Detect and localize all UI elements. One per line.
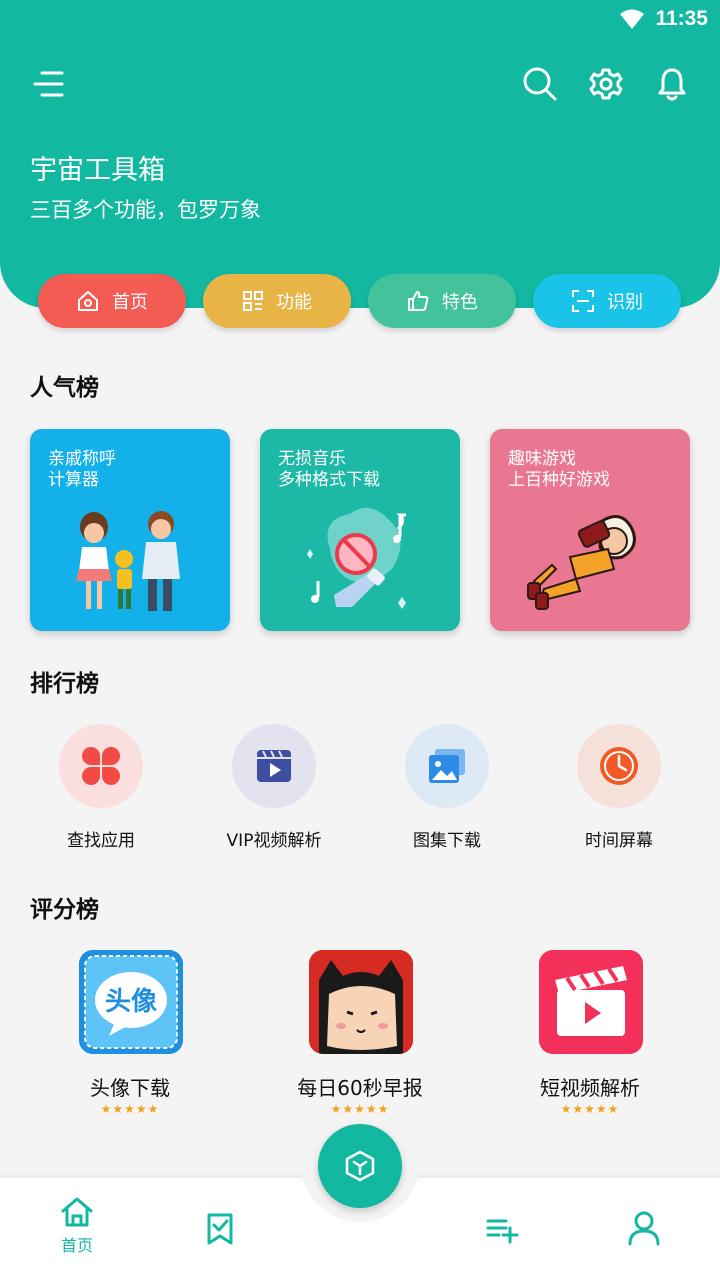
nav-profile[interactable] xyxy=(624,1210,664,1246)
card-line2: 多种格式下载 xyxy=(278,470,380,490)
app-title: 宇宙工具箱 xyxy=(30,155,165,186)
rating-stars: ★★★★★ xyxy=(100,1102,160,1116)
ranking-icon-bg xyxy=(577,724,661,808)
tab-recognize-label: 识别 xyxy=(607,292,643,313)
thumbs-up-icon xyxy=(408,291,429,311)
settings-button[interactable] xyxy=(586,64,626,104)
status-bar: 11:35 xyxy=(619,6,708,32)
rating-stars: ★★★★★ xyxy=(560,1102,620,1116)
rating-item-short-video[interactable]: 短视频解析 ★★★★★ xyxy=(480,950,700,1120)
card-line1: 趣味游戏 xyxy=(508,449,576,469)
wifi-icon xyxy=(620,9,645,29)
home-icon xyxy=(78,291,98,311)
ranking-icon-bg xyxy=(59,724,143,808)
app-icon: 头像 xyxy=(79,950,183,1054)
menu-button[interactable] xyxy=(30,66,66,102)
tab-features-label: 功能 xyxy=(276,292,312,313)
ranking-label: VIP视频解析 xyxy=(226,831,322,851)
popular-card-games[interactable]: 趣味游戏 上百种好游戏 xyxy=(490,429,690,631)
ranking-item-vip-video[interactable]: VIP视频解析 xyxy=(189,724,359,854)
rating-section-title: 评分榜 xyxy=(30,897,99,923)
nav-home-label: 首页 xyxy=(60,1236,93,1255)
tab-home-label: 首页 xyxy=(112,292,148,313)
svg-text:头像: 头像 xyxy=(105,987,158,1017)
home-icon xyxy=(61,1197,93,1227)
ranking-label: 图集下载 xyxy=(413,831,481,851)
menu-icon xyxy=(33,71,64,97)
bookmark-check-icon xyxy=(207,1213,233,1245)
search-button[interactable] xyxy=(520,64,560,104)
tab-recognize[interactable]: 识别 xyxy=(533,274,681,328)
popular-card-music[interactable]: 无损音乐 多种格式下载 xyxy=(260,429,460,631)
gallery-icon xyxy=(429,749,465,783)
card-line2: 计算器 xyxy=(48,470,99,490)
center-action-button[interactable] xyxy=(318,1124,402,1208)
app-icon xyxy=(539,950,643,1054)
ranking-item-time-screen[interactable]: 时间屏幕 xyxy=(534,724,704,854)
tab-features[interactable]: 功能 xyxy=(203,274,351,328)
gear-icon xyxy=(589,68,623,100)
ranking-label: 查找应用 xyxy=(67,831,135,851)
card-line1: 无损音乐 xyxy=(278,449,346,469)
rating-stars: ★★★★★ xyxy=(330,1102,390,1116)
app-subtitle: 三百多个功能，包罗万象 xyxy=(30,198,261,222)
video-icon xyxy=(257,750,291,782)
ranking-label: 时间屏幕 xyxy=(585,831,653,851)
app-icon xyxy=(309,950,413,1054)
scan-icon xyxy=(572,290,594,312)
app-name: 短视频解析 xyxy=(540,1076,640,1100)
tab-special-label: 特色 xyxy=(442,292,478,313)
cube-icon xyxy=(345,1150,375,1182)
playlist-add-icon xyxy=(486,1219,519,1244)
nav-bookmarks[interactable] xyxy=(200,1212,240,1246)
tab-special[interactable]: 特色 xyxy=(368,274,516,328)
clapperboard-icon xyxy=(539,950,643,1054)
rating-item-avatar-download[interactable]: 头像 头像下载 ★★★★★ xyxy=(20,950,240,1120)
tab-home[interactable]: 首页 xyxy=(38,274,186,328)
nav-playlist[interactable] xyxy=(482,1214,522,1244)
status-time: 11:35 xyxy=(655,7,708,30)
ranking-section-title: 排行榜 xyxy=(30,671,99,697)
avatar-download-icon: 头像 xyxy=(79,950,183,1054)
rating-item-daily-news[interactable]: 每日60秒早报 ★★★★★ xyxy=(250,950,470,1120)
nav-home[interactable]: 首页 xyxy=(52,1196,102,1256)
card-line1: 亲戚称呼 xyxy=(48,449,116,469)
user-icon xyxy=(628,1211,660,1246)
notification-button[interactable] xyxy=(652,64,692,104)
clover-icon xyxy=(82,747,120,785)
popular-card-relatives[interactable]: 亲戚称呼 计算器 xyxy=(30,429,230,631)
cartoon-face-icon xyxy=(309,950,413,1054)
ranking-icon-bg xyxy=(232,724,316,808)
app-name: 每日60秒早报 xyxy=(297,1076,423,1100)
bell-icon xyxy=(658,68,686,101)
popular-section-title: 人气榜 xyxy=(30,375,99,401)
ranking-item-find-app[interactable]: 查找应用 xyxy=(16,724,186,854)
ranking-icon-bg xyxy=(405,724,489,808)
clock-icon xyxy=(600,747,638,785)
search-icon xyxy=(523,67,557,101)
app-name: 头像下载 xyxy=(90,1076,170,1100)
card-line2: 上百种好游戏 xyxy=(508,470,610,490)
ranking-item-gallery[interactable]: 图集下载 xyxy=(362,724,532,854)
grid-icon xyxy=(243,291,263,311)
